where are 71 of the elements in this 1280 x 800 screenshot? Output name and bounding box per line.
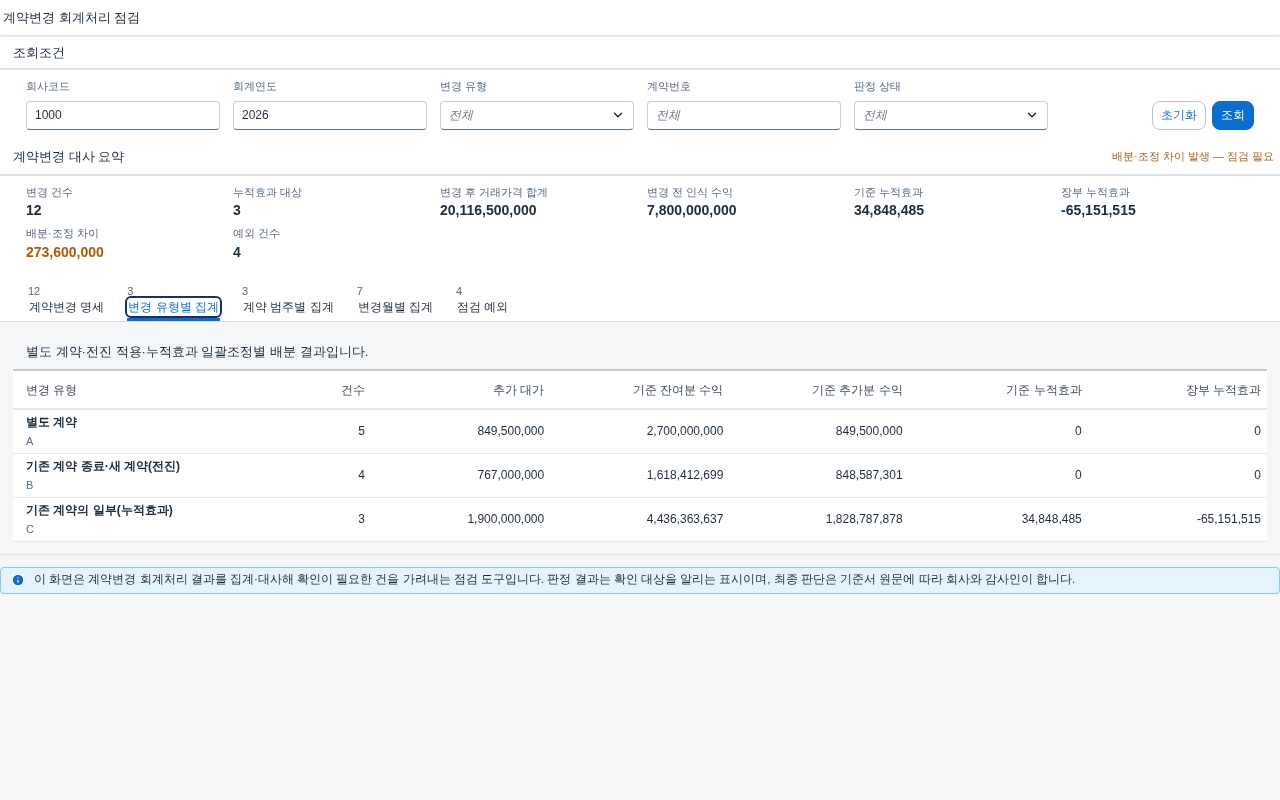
kpi-value: 4 [233,242,242,262]
table-cell: 1,618,412,699 [550,453,730,497]
alert-text: 배분·조정 차이 발생 — 점검 필요 [1112,149,1274,165]
column-header: 추가 대가 [371,370,551,409]
column-header: 건수 [313,370,371,409]
table-cell: 1,828,787,878 [729,497,909,541]
row-code: C [26,521,35,537]
tab[interactable]: 3 변경 유형별 집계 [127,284,220,321]
table-cell: 849,500,000 [729,409,909,453]
kpi-value: 3 [233,201,242,220]
kpi-label: 기준 누적효과 [854,184,925,200]
column-header: 기준 추가분 수익 [729,370,909,409]
kpi-value: 7,800,000,000 [647,201,738,220]
table-cell: -65,151,515 [1087,497,1267,541]
section-title: 조회조건 [13,43,65,62]
select-field[interactable]: 전체 [440,100,634,130]
primary-button[interactable]: 조회 [1212,100,1254,130]
kpi-label: 변경 후 거래가격 합계 [440,184,550,200]
table-cell: 3 [313,497,371,541]
tab[interactable]: 3 계약 범주별 집계 [242,284,335,321]
tab[interactable]: 4 점검 예외 [456,284,510,321]
table-cell: 0 [1087,409,1267,453]
table-cell: 0 [908,453,1088,497]
row-name: 기존 계약의 일부(누적효과) [26,501,174,519]
table-caption: 별도 계약·전진 적용·누적효과 일괄조정별 배분 결과입니다. [25,342,370,361]
kpi-value: 273,600,000 [26,242,105,262]
input-field[interactable]: 2026 [233,100,427,130]
table-cell: 0 [908,409,1088,453]
kpi-label: 누적효과 대상 [233,184,304,200]
field-label: 회계연도 [233,79,278,94]
field-label: 회사코드 [26,79,71,94]
kpi-value: 12 [26,201,43,220]
table-cell: 849,500,000 [371,409,551,453]
column-header: 기준 누적효과 [908,370,1088,409]
page-title: 계약변경 회계처리 점검 [3,8,141,27]
kpi-label: 장부 누적효과 [1061,184,1132,200]
kpi-label: 변경 전 인식 수익 [647,184,735,200]
kpi-label: 변경 건수 [26,184,75,200]
table-cell: 34,848,485 [908,497,1088,541]
table-cell: 767,000,000 [371,453,551,497]
table-cell: 848,587,301 [729,453,909,497]
row-name: 기존 계약 종료·새 계약(전진) [26,457,181,475]
table-cell: 1,900,000,000 [371,497,551,541]
section-title: 계약변경 대사 요약 [13,147,125,166]
row-code: A [26,434,35,449]
column-header: 기준 잔여분 수익 [550,370,730,409]
column-header: 장부 누적효과 [1087,370,1267,409]
field-label: 변경 유형 [440,79,489,94]
column-header: 변경 유형 [13,370,313,409]
row-code: B [26,477,35,493]
input-field[interactable]: 전체 [647,100,841,130]
kpi-label: 배분·조정 차이 [26,226,100,241]
tab[interactable]: 12 계약변경 명세 [28,284,106,321]
kpi-label: 예외 건수 [233,226,282,241]
field-label: 판정 상태 [854,79,903,94]
row-name: 별도 계약 [26,414,79,431]
kpi-value: -65,151,515 [1061,201,1137,220]
table-cell: 0 [1087,453,1267,497]
tab[interactable]: 7 변경월별 집계 [356,284,435,321]
kpi-value: 20,116,500,000 [440,201,538,220]
table-cell: 4,436,363,637 [550,497,730,541]
secondary-button[interactable]: 초기화 [1152,100,1206,130]
kpi-value: 34,848,485 [854,201,926,220]
select-field[interactable]: 전체 [854,100,1048,130]
table-cell: 2,700,000,000 [550,409,730,453]
table-cell: 4 [313,453,371,497]
input-field[interactable]: 1000 [26,100,220,130]
table-cell: 5 [313,409,371,453]
info-text: 이 화면은 계약변경 회계처리 결과를 집계·대사해 확인이 필요한 건을 가려내는 점검 도구입니다. 판정 결과는 확인 대상을 알리는 표시이며, 최종 판단은 기준서 원문에 따라 회사와 감사인이 합니다. [34,572,1076,588]
field-label: 계약번호 [647,79,692,94]
info-icon [11,573,25,587]
